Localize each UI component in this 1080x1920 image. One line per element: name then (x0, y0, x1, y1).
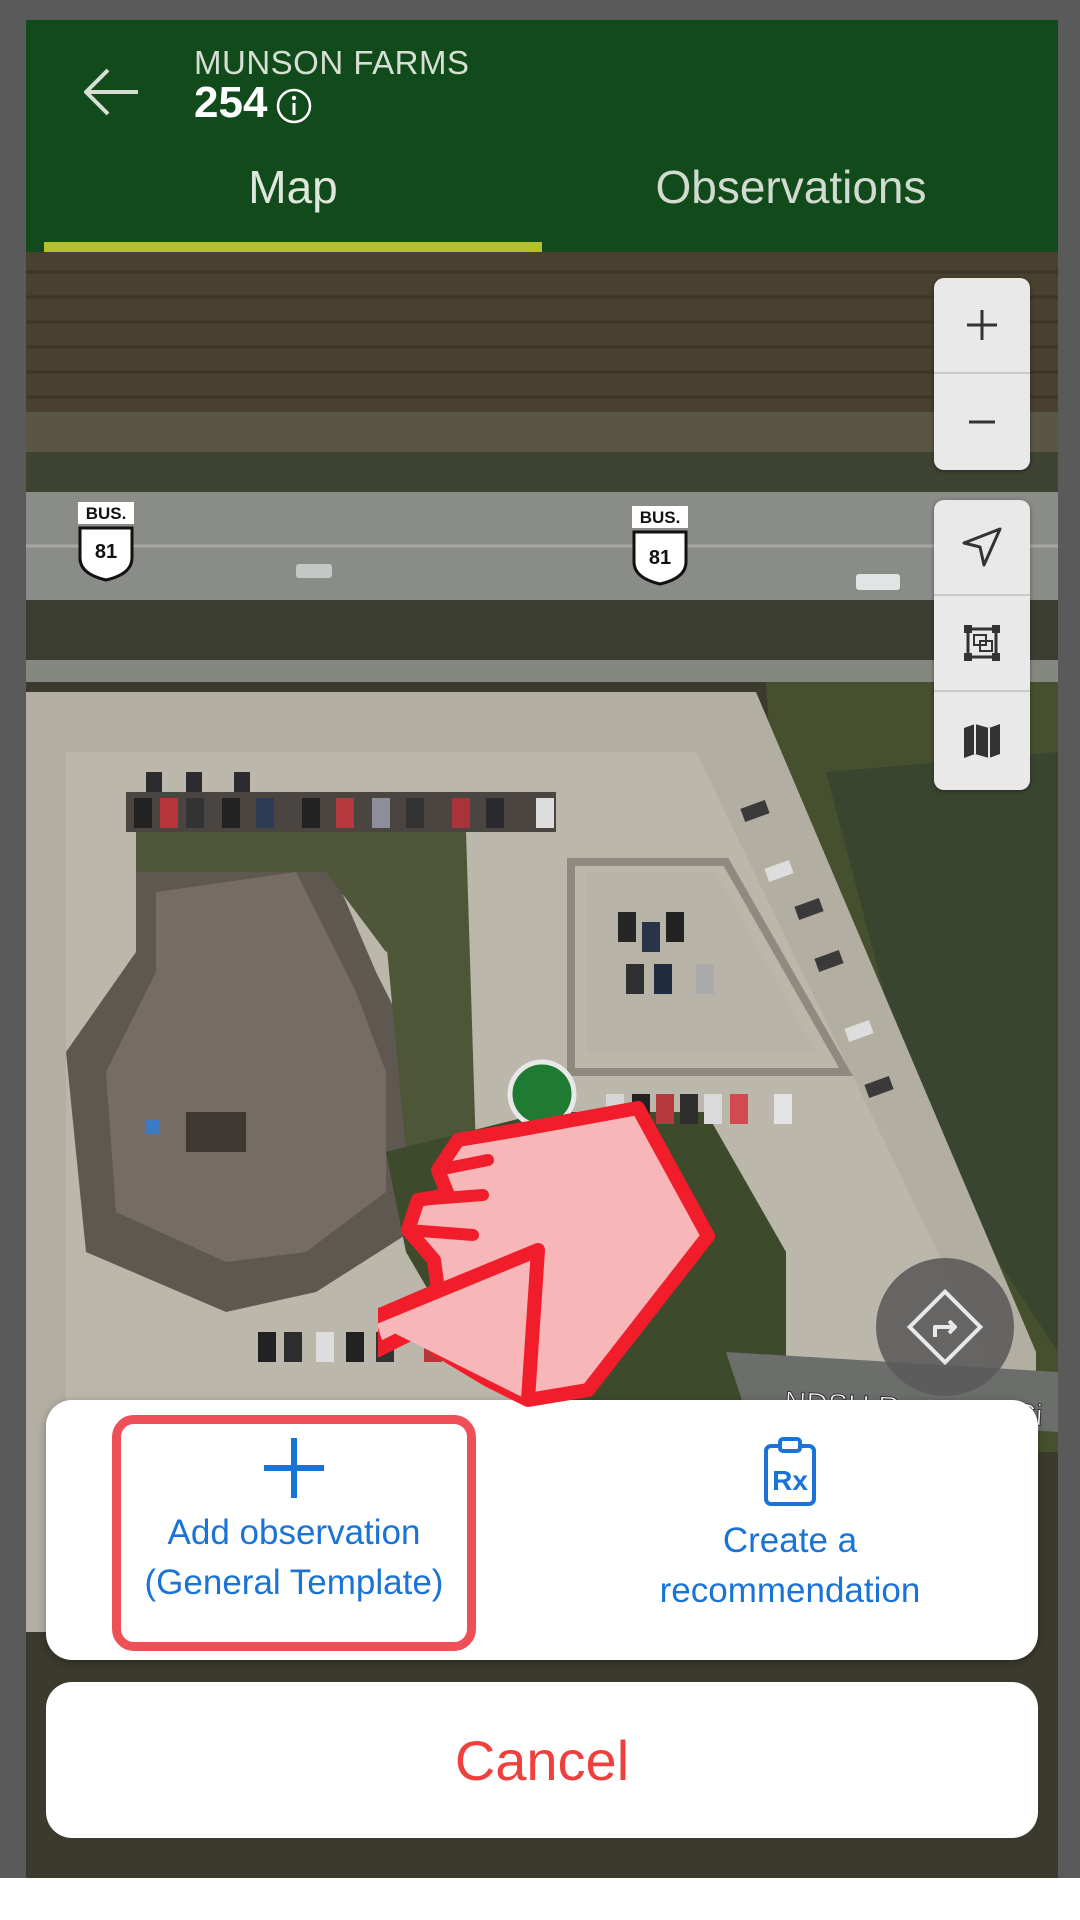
field-number: 254 (194, 78, 313, 128)
bus-81-shield-right: BUS. 81 (632, 506, 688, 586)
svg-text:BUS.: BUS. (640, 508, 681, 527)
map-icon (964, 724, 1000, 758)
create-recommendation-line2: recommendation (659, 1571, 921, 1610)
tab-observations[interactable]: Observations (542, 160, 1040, 244)
minus-icon (969, 420, 995, 424)
create-recommendation-line1: Create a (722, 1521, 858, 1560)
svg-text:BUS.: BUS. (86, 504, 127, 523)
app-screen: BUS. 81 BUS. 81 MUNSON FARMS 254 Map Obs… (26, 20, 1058, 1878)
zoom-in-button[interactable] (934, 278, 1030, 374)
svg-text:81: 81 (649, 547, 671, 569)
navigation-arrow-icon (962, 527, 1002, 567)
app-header: MUNSON FARMS 254 Map Observations (26, 20, 1058, 252)
arrow-left-icon (84, 68, 138, 116)
plus-icon (967, 310, 997, 340)
directions-icon (906, 1288, 984, 1366)
farm-name: MUNSON FARMS (194, 44, 470, 81)
info-circle-icon[interactable] (275, 87, 313, 125)
fit-bounds-button[interactable] (934, 596, 1030, 692)
zoom-out-button[interactable] (934, 374, 1030, 470)
map-tool-controls (934, 500, 1030, 790)
back-button[interactable] (78, 62, 146, 122)
svg-text:81: 81 (95, 541, 117, 563)
field-number-text: 254 (194, 78, 268, 127)
frame-icon (964, 625, 1000, 661)
pointing-hand-icon (378, 1101, 715, 1407)
map-layers-button[interactable] (934, 692, 1030, 788)
bus-81-shield-left: BUS. 81 (78, 502, 134, 582)
device-frame: BUS. 81 BUS. 81 MUNSON FARMS 254 Map Obs… (0, 0, 1080, 1878)
locate-me-button[interactable] (934, 500, 1030, 596)
route-directions-button[interactable] (876, 1258, 1014, 1396)
cancel-button[interactable]: Cancel (46, 1682, 1038, 1838)
active-tab-indicator (44, 242, 542, 252)
zoom-controls (934, 278, 1030, 470)
tab-map[interactable]: Map (44, 160, 542, 244)
